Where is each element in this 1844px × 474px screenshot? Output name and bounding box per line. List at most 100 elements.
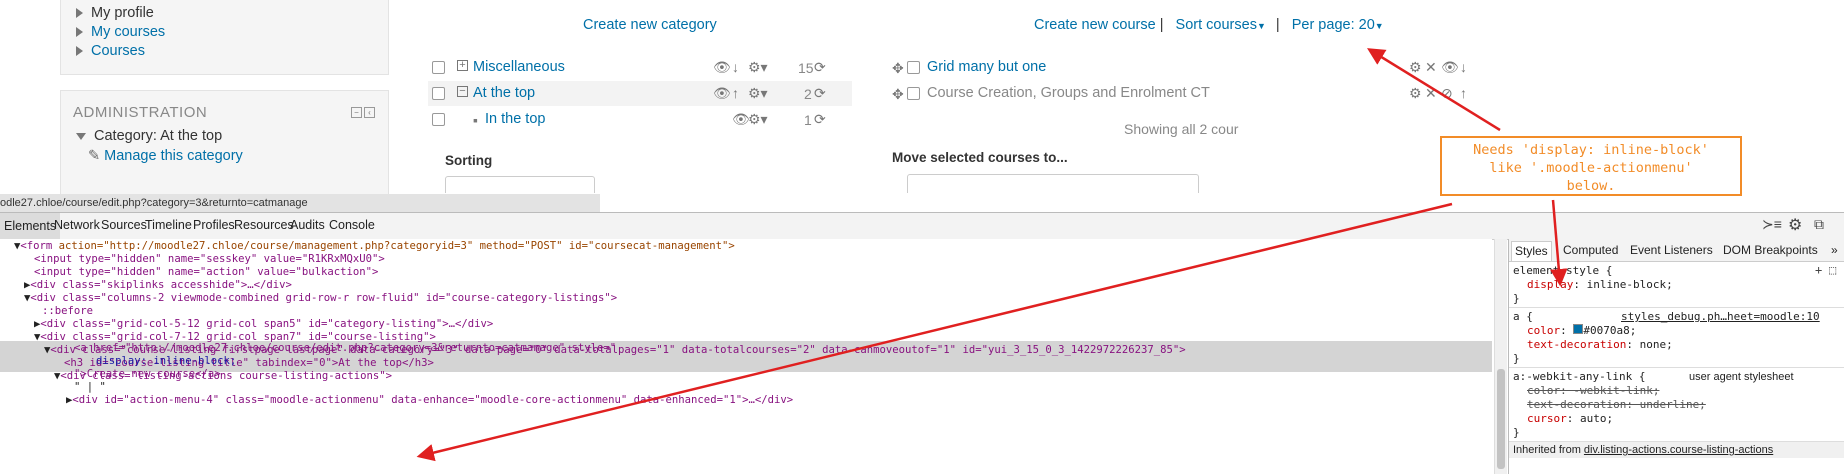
tab-resources[interactable]: Resources — [234, 218, 294, 232]
tab-elements[interactable]: Elements — [0, 213, 61, 239]
delete-icon[interactable]: ✕ — [1425, 86, 1437, 100]
course-count: 1 — [804, 112, 812, 128]
divider — [1509, 307, 1844, 308]
color-declaration[interactable]: color: #0070a8; — [1527, 324, 1636, 338]
caret-down-icon: ▼ — [1374, 21, 1384, 31]
separator: | — [1159, 17, 1164, 33]
category-checkbox[interactable] — [432, 61, 445, 74]
block-dock-controls[interactable]: − ‹ — [351, 107, 375, 119]
caret-down-icon: ▼ — [1256, 21, 1266, 31]
rule-close: } — [1513, 352, 1520, 365]
collapse-minus-icon[interactable]: − — [457, 86, 468, 97]
tab-event-listeners[interactable]: Event Listeners — [1630, 243, 1713, 257]
sorting-heading: Sorting — [445, 153, 493, 168]
delete-icon[interactable]: ✕ — [1425, 60, 1437, 74]
course-count: 2 — [804, 86, 812, 102]
course-link-course-creation[interactable]: Course Creation, Groups and Enrolment CT — [927, 85, 1210, 101]
course-count-icon: ⟳ — [814, 59, 826, 75]
tab-timeline[interactable]: Timeline — [145, 218, 192, 232]
category-checkbox[interactable] — [432, 113, 445, 126]
move-courses-heading: Move selected courses to... — [892, 150, 1068, 165]
annotation-callout: Needs 'display: inline-block' like '.moo… — [1440, 136, 1742, 196]
styles-pane: Styles Computed Event Listeners DOM Brea… — [1508, 239, 1844, 474]
add-rule-icon[interactable]: + — [1815, 263, 1822, 277]
course-link-grid-many-but-one[interactable]: Grid many but one — [927, 59, 1046, 75]
sort-select[interactable] — [445, 176, 595, 193]
gear-icon[interactable]: ⚙ — [1409, 86, 1422, 100]
category-link-in-the-top[interactable]: In the top — [485, 111, 545, 127]
inherited-node-link[interactable]: div.listing-actions.course-listing-actio… — [1584, 444, 1773, 456]
rule-close: } — [1513, 292, 1520, 305]
arrow-down-icon[interactable]: ↓ — [1460, 60, 1467, 74]
arrow-up-icon[interactable]: ↑ — [732, 86, 739, 100]
eye-icon[interactable]: 👁 — [1441, 60, 1459, 74]
tab-dom-breakpoints[interactable]: DOM Breakpoints — [1723, 243, 1818, 257]
course-checkbox[interactable] — [907, 61, 920, 74]
tab-sources[interactable]: Sources — [101, 218, 147, 232]
dom-scrollbar[interactable] — [1494, 239, 1507, 474]
eye-icon[interactable]: 👁 — [713, 60, 731, 74]
collapse-plus-icon[interactable]: + — [457, 60, 468, 71]
hide-block-icon[interactable]: − — [351, 107, 362, 118]
collapsed-arrow-icon — [76, 8, 83, 19]
course-count-icon: ⟳ — [814, 111, 826, 127]
collapsed-arrow-icon — [76, 27, 83, 38]
showing-count-text: Showing all 2 cour — [1124, 121, 1239, 137]
gear-menu-icon[interactable]: ⚙▾ — [748, 112, 768, 126]
arrow-up-icon[interactable]: ↑ — [1460, 86, 1467, 100]
user-agent-source: user agent stylesheet — [1689, 371, 1794, 383]
course-checkbox[interactable] — [907, 87, 920, 100]
category-checkbox[interactable] — [432, 87, 445, 100]
inherited-from: Inherited from div.listing-actions.cours… — [1509, 441, 1844, 458]
dock-block-icon[interactable]: ‹ — [364, 107, 375, 118]
scrollbar-thumb[interactable] — [1497, 369, 1505, 469]
color-swatch[interactable] — [1573, 324, 1584, 334]
pencil-icon: ✎ — [88, 148, 101, 164]
move-category-select[interactable] — [907, 174, 1199, 193]
display-declaration[interactable]: display: inline-block; — [1527, 278, 1673, 292]
collapsed-arrow-icon — [76, 46, 83, 57]
sort-courses-menu[interactable]: Sort courses — [1176, 17, 1257, 33]
course-listing-actions: Create new course | Sort courses▼ | Per … — [1034, 17, 1384, 33]
eye-slash-icon[interactable]: ⊘ — [1441, 86, 1453, 100]
dom-line[interactable]: ▶<div id="action-menu-4" class="moodle-a… — [66, 393, 793, 408]
devtools-toolbar: Elements Network Sources Timeline Profil… — [0, 212, 1844, 240]
toggle-state-icon[interactable]: ⬚ — [1829, 263, 1836, 277]
category-link-at-the-top[interactable]: At the top — [473, 85, 535, 101]
cursor-declaration: cursor: auto; — [1527, 412, 1614, 425]
dock-icon[interactable]: ⧉ — [1814, 216, 1824, 233]
webkit-link-rule: a:-webkit-any-link { — [1513, 370, 1646, 383]
eye-icon[interactable]: 👁 — [713, 86, 731, 100]
create-course-link[interactable]: Create new course — [1034, 17, 1156, 33]
create-category-link[interactable]: Create new category — [583, 17, 717, 33]
console-drawer-icon[interactable]: ≻≡ — [1762, 216, 1782, 233]
tab-profiles[interactable]: Profiles — [193, 218, 235, 232]
gear-menu-icon[interactable]: ⚙▾ — [748, 86, 768, 100]
more-tabs-icon[interactable]: » — [1831, 243, 1838, 257]
dom-line[interactable]: ▼<div class="columns-2 viewmode-combined… — [24, 291, 617, 306]
status-url: odle27.chloe/course/edit.php?category=3&… — [0, 194, 600, 212]
tab-computed[interactable]: Computed — [1563, 243, 1618, 257]
arrow-down-icon[interactable]: ↓ — [732, 60, 739, 74]
gear-menu-icon[interactable]: ⚙▾ — [748, 60, 768, 74]
a-rule: a { — [1513, 310, 1533, 323]
settings-gear-icon[interactable]: ⚙ — [1788, 215, 1802, 235]
text-decoration-declaration[interactable]: text-decoration: none; — [1527, 338, 1673, 352]
tab-styles[interactable]: Styles — [1511, 241, 1552, 261]
category-link-miscellaneous[interactable]: Miscellaneous — [473, 59, 565, 75]
per-page-menu[interactable]: Per page: 20 — [1292, 17, 1375, 33]
tab-audits[interactable]: Audits — [290, 218, 325, 232]
tab-console[interactable]: Console — [329, 218, 375, 232]
course-count: 15 — [798, 60, 814, 76]
divider — [1509, 367, 1844, 368]
gear-icon[interactable]: ⚙ — [1409, 60, 1422, 74]
manage-category-link[interactable]: ✎ Manage this category — [88, 145, 243, 168]
a-rule-source-link[interactable]: styles_debug.ph…heet=moodle:10 — [1621, 310, 1820, 324]
tab-network[interactable]: Network — [54, 218, 100, 232]
move-handle-icon[interactable]: ✥ — [892, 61, 904, 75]
webkit-text-decoration-overridden: text-decoration: underline; — [1527, 398, 1706, 411]
move-handle-icon[interactable]: ✥ — [892, 87, 904, 101]
webkit-color-overridden: color: -webkit-link; — [1527, 384, 1660, 397]
nav-item-courses[interactable]: Courses — [76, 40, 145, 63]
elements-dom-tree: ▼<form action="http://moodle27.chloe/cou… — [0, 239, 1492, 474]
